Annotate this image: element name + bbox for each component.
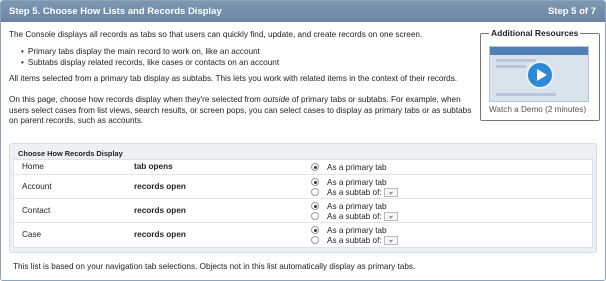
object-name: Case bbox=[22, 230, 42, 239]
subtab-option[interactable]: As a subtab of: bbox=[311, 187, 398, 197]
subtab-explanation: All items selected from a primary tab di… bbox=[9, 74, 458, 83]
subtab-radio[interactable] bbox=[311, 212, 319, 220]
subtab-radio[interactable] bbox=[311, 188, 319, 196]
open-behavior: tab opens bbox=[134, 162, 173, 171]
open-behavior: records open bbox=[134, 230, 186, 239]
primary-tab-radio[interactable] bbox=[311, 202, 319, 210]
list-item: Primary tabs display the main record to … bbox=[21, 47, 279, 58]
wizard-title: Step 5. Choose How Lists and Records Dis… bbox=[9, 6, 222, 17]
primary-tab-radio[interactable] bbox=[311, 163, 319, 171]
intro-text: The Console displays all records as tabs… bbox=[9, 30, 423, 39]
play-icon[interactable] bbox=[526, 61, 554, 89]
object-name: Account bbox=[22, 182, 52, 191]
primary-tab-option[interactable]: As a primary tab bbox=[311, 201, 387, 211]
primary-tab-radio[interactable] bbox=[311, 178, 319, 186]
table-row: Contact records open As a primary tab As… bbox=[14, 199, 592, 223]
wizard-header: Step 5. Choose How Lists and Records Dis… bbox=[1, 1, 605, 22]
table-row: Case records open As a primary tab As a … bbox=[14, 223, 592, 247]
step-indicator: Step 5 of 7 bbox=[547, 6, 596, 17]
table-title: Choose How Records Display bbox=[18, 149, 123, 158]
watch-demo-link[interactable]: Watch a Demo (2 minutes) bbox=[489, 105, 586, 114]
open-behavior: records open bbox=[134, 182, 186, 191]
subtab-radio[interactable] bbox=[311, 236, 319, 244]
primary-tab-option[interactable]: As a primary tab bbox=[311, 177, 387, 187]
parent-object-select[interactable] bbox=[383, 211, 398, 221]
additional-resources-box: Additional Resources Watch a Demo (2 min… bbox=[480, 28, 600, 121]
list-item: Subtabs display related records, like ca… bbox=[21, 58, 279, 69]
primary-tab-option[interactable]: As a primary tab bbox=[311, 162, 387, 172]
subtab-option[interactable]: As a subtab of: bbox=[311, 211, 398, 221]
object-name: Home bbox=[22, 162, 44, 171]
resources-title: Additional Resources bbox=[489, 28, 581, 38]
primary-tab-radio[interactable] bbox=[311, 226, 319, 234]
open-behavior: records open bbox=[134, 206, 186, 215]
demo-video-thumbnail[interactable] bbox=[489, 46, 589, 102]
records-display-table: Choose How Records Display Home tab open… bbox=[9, 143, 597, 253]
parent-object-select[interactable] bbox=[383, 187, 398, 197]
table-row: Account records open As a primary tab As… bbox=[14, 175, 592, 199]
parent-object-select[interactable] bbox=[383, 235, 398, 245]
subtab-option[interactable]: As a subtab of: bbox=[311, 235, 398, 245]
table-row: Home tab opens As a primary tab bbox=[14, 160, 592, 175]
tab-type-list: Primary tabs display the main record to … bbox=[21, 47, 279, 68]
navigation-note: This list is based on your navigation ta… bbox=[13, 262, 416, 271]
primary-tab-option[interactable]: As a primary tab bbox=[311, 225, 387, 235]
setup-wizard-panel: Step 5. Choose How Lists and Records Dis… bbox=[0, 0, 606, 281]
object-name: Contact bbox=[22, 206, 51, 215]
